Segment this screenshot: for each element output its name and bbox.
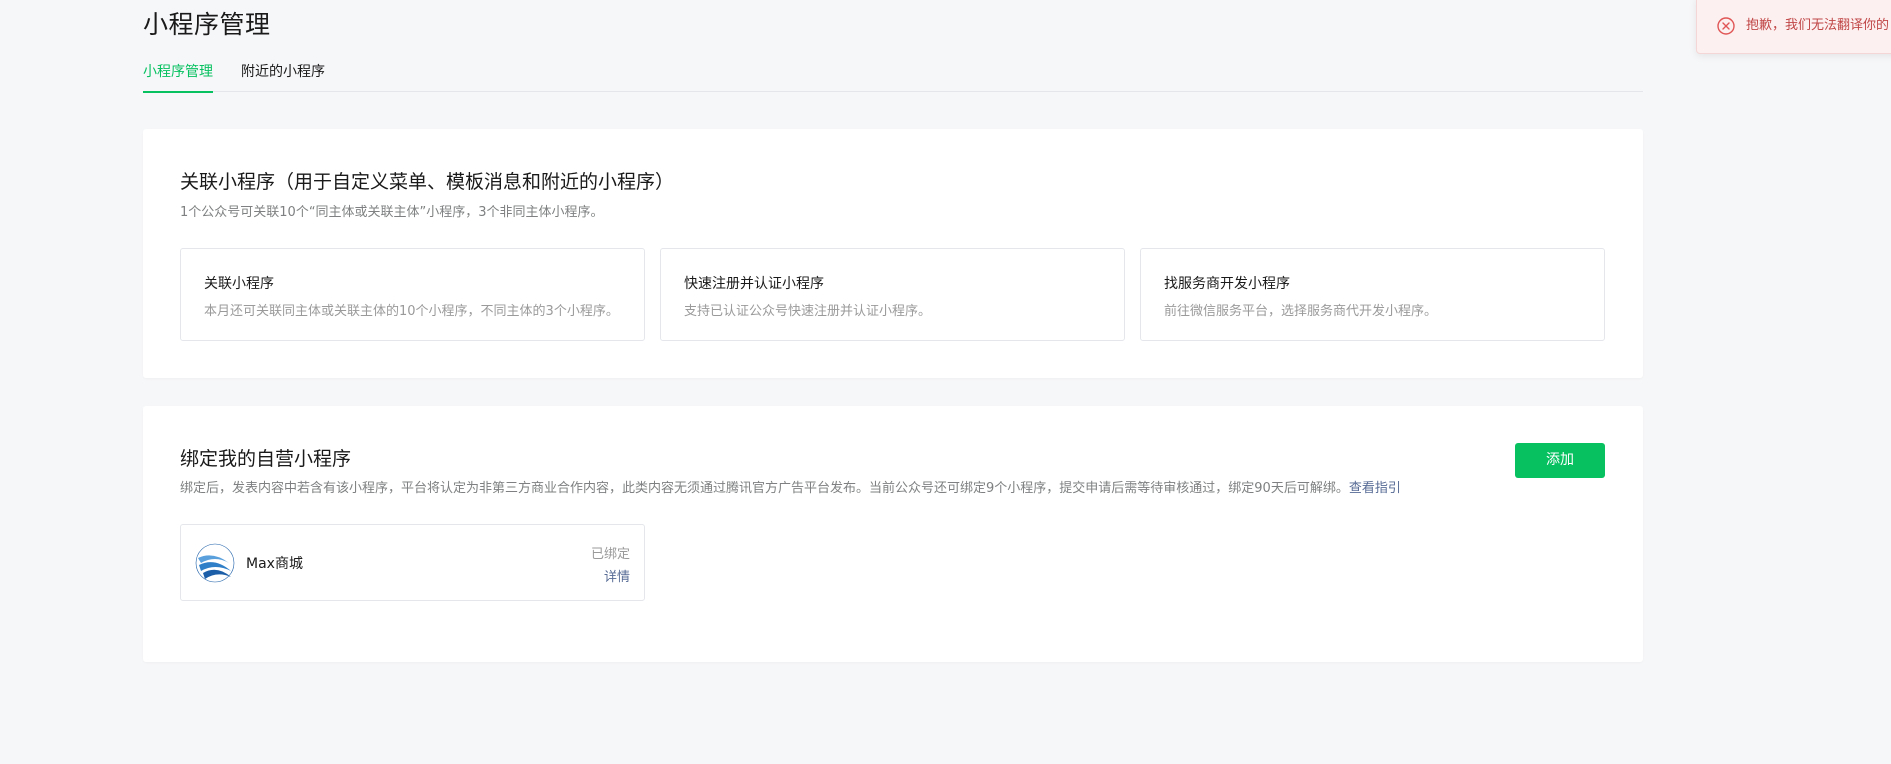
max-mall-logo-icon [195,543,235,583]
bind-section-description: 绑定后，发表内容中若含有该小程序，平台将认定为非第三方商业合作内容，此类内容无须… [180,477,1401,496]
bound-app-item: Max商城 已绑定 详情 [180,524,645,601]
option-title: 找服务商开发小程序 [1164,276,1290,292]
option-find-service-provider[interactable]: 找服务商开发小程序 前往微信服务平台，选择服务商代开发小程序。 [1140,248,1605,341]
option-description: 前往微信服务平台，选择服务商代开发小程序。 [1164,304,1438,319]
link-section-description: 1个公众号可关联10个“同主体或关联主体”小程序，3个非同主体小程序。 [180,205,604,220]
option-description: 支持已认证公众号快速注册并认证小程序。 [684,304,932,319]
add-button[interactable]: 添加 [1515,443,1605,478]
bind-mini-program-card: 绑定我的自营小程序 绑定后，发表内容中若含有该小程序，平台将认定为非第三方商业合… [143,406,1643,662]
toast-message: 抱歉，我们无法翻译你的 [1746,18,1890,33]
tab-bar: 小程序管理 附近的小程序 [143,60,1643,93]
bind-section-title: 绑定我的自营小程序 [180,448,352,470]
option-title: 关联小程序 [204,276,274,292]
app-status: 已绑定 [590,547,630,562]
link-section-title: 关联小程序（用于自定义菜单、模板消息和附近的小程序） [180,171,675,193]
error-circle-icon [1717,17,1735,35]
option-link-mini-program[interactable]: 关联小程序 本月还可关联同主体或关联主体的10个小程序，不同主体的3个小程序。 [180,248,645,341]
tab-nearby-mini-programs[interactable]: 附近的小程序 [241,61,325,92]
tab-mini-program-management[interactable]: 小程序管理 [143,61,213,93]
app-detail-link[interactable]: 详情 [604,566,630,585]
app-name: Max商城 [246,556,303,572]
view-guide-link[interactable]: 查看指引 [1349,481,1401,496]
option-description: 本月还可关联同主体或关联主体的10个小程序，不同主体的3个小程序。 [204,304,619,319]
bind-description-text: 绑定后，发表内容中若含有该小程序，平台将认定为非第三方商业合作内容，此类内容无须… [180,481,1349,496]
link-mini-program-card: 关联小程序（用于自定义菜单、模板消息和附近的小程序） 1个公众号可关联10个“同… [143,129,1643,378]
page-title: 小程序管理 [143,10,271,39]
option-title: 快速注册并认证小程序 [684,276,824,292]
option-quick-register[interactable]: 快速注册并认证小程序 支持已认证公众号快速注册并认证小程序。 [660,248,1125,341]
error-toast: 抱歉，我们无法翻译你的 [1696,0,1891,54]
